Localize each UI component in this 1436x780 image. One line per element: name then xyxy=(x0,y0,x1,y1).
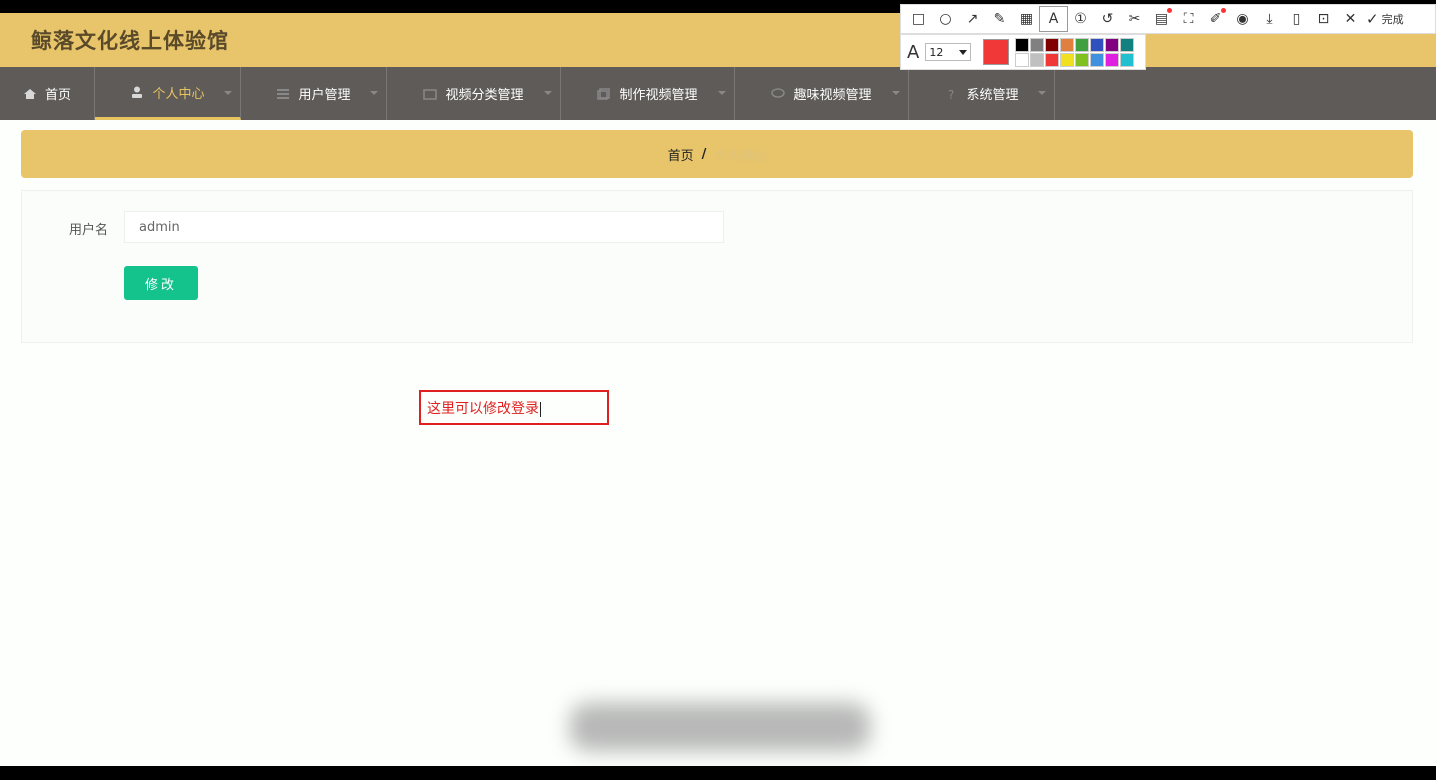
copy-icon xyxy=(597,87,611,100)
save-icon[interactable]: ▯ xyxy=(1283,7,1310,31)
done-button[interactable]: ✓ 完成 xyxy=(1366,10,1404,28)
username-input[interactable] xyxy=(124,211,724,243)
color-swatch[interactable] xyxy=(1120,52,1135,67)
nav-item-2[interactable]: 用户管理 xyxy=(241,67,387,120)
breadcrumb-separator: / xyxy=(701,146,707,162)
color-swatch[interactable] xyxy=(1075,52,1090,67)
color-swatch[interactable] xyxy=(1060,52,1075,67)
nav-item-label: 趣味视频管理 xyxy=(793,88,872,103)
nav-item-6[interactable]: ? 系统管理 xyxy=(909,67,1055,120)
breadcrumb-current: 个人中心 xyxy=(714,148,767,164)
submit-button[interactable]: 修改 xyxy=(124,266,198,300)
cut-icon[interactable]: ✂ xyxy=(1121,7,1148,31)
crop-icon[interactable]: ⛶ xyxy=(1175,7,1202,31)
font-size-select[interactable]: 12 xyxy=(925,43,972,61)
rectangle-icon[interactable]: □ xyxy=(905,7,932,31)
caret-down-icon xyxy=(892,91,900,95)
nav-item-label: 系统管理 xyxy=(966,88,1019,103)
color-swatch[interactable] xyxy=(1030,37,1045,52)
toolbar-options-row: A 12 xyxy=(900,34,1146,70)
toolbar-tools-row: □ ○ ↗ ✎ ▦ A ① ↺ ✂ ▤ ⛶ ✐ ◉ ⤓ ▯ ⊡ ✕ ✓ 完成 xyxy=(900,4,1436,34)
caret-down-icon xyxy=(224,91,232,95)
bookmark-icon[interactable]: ⊡ xyxy=(1310,7,1337,31)
text-icon[interactable]: A xyxy=(1039,6,1068,32)
new-badge-dot xyxy=(1221,8,1226,13)
color-swatch[interactable] xyxy=(1090,37,1105,52)
undo-icon[interactable]: ↺ xyxy=(1094,7,1121,31)
user-icon xyxy=(130,86,144,98)
breadcrumb: 首页 / 个人中心 xyxy=(21,130,1413,178)
color-swatch[interactable] xyxy=(1090,52,1105,67)
ocr-icon[interactable]: ▤ xyxy=(1148,7,1175,31)
question-icon: ? xyxy=(944,88,958,102)
current-color-swatch[interactable] xyxy=(983,39,1010,65)
list-icon xyxy=(276,88,290,100)
caret-down-icon xyxy=(544,91,552,95)
number-icon[interactable]: ① xyxy=(1067,7,1094,31)
color-swatch[interactable] xyxy=(1015,37,1030,52)
breadcrumb-home[interactable]: 首页 xyxy=(668,145,694,164)
check-icon: ✓ xyxy=(1366,10,1379,28)
close-icon[interactable]: ✕ xyxy=(1337,7,1364,31)
color-swatch[interactable] xyxy=(1060,37,1075,52)
nav-item-4[interactable]: 制作视频管理 xyxy=(561,67,735,120)
pin-icon[interactable]: ✐ xyxy=(1202,7,1229,31)
arrow-icon[interactable]: ↗ xyxy=(959,7,986,31)
nav-item-0[interactable]: 首页 xyxy=(0,67,95,120)
done-label: 完成 xyxy=(1381,13,1404,26)
nav-item-5[interactable]: 趣味视频管理 xyxy=(735,67,909,120)
color-swatch[interactable] xyxy=(1105,37,1120,52)
font-size-value: 12 xyxy=(929,45,944,59)
caret-down-icon xyxy=(1038,91,1046,95)
username-label: 用户名 xyxy=(69,223,109,238)
annotation-text: 这里可以修改登录 xyxy=(427,401,539,417)
ellipse-icon[interactable]: ○ xyxy=(932,7,959,31)
font-size-icon: A xyxy=(907,41,920,63)
color-swatch[interactable] xyxy=(1045,52,1060,67)
screenshot-toolbar: □ ○ ↗ ✎ ▦ A ① ↺ ✂ ▤ ⛶ ✐ ◉ ⤓ ▯ ⊡ ✕ ✓ 完成 A 12 xyxy=(900,4,1436,70)
nav-item-label: 用户管理 xyxy=(298,88,351,103)
folder-icon xyxy=(423,88,438,100)
nav-item-1[interactable]: 个人中心 xyxy=(95,67,241,120)
record-icon[interactable]: ◉ xyxy=(1229,7,1256,31)
chevron-down-icon xyxy=(959,49,968,55)
color-swatch[interactable] xyxy=(1030,52,1045,67)
main-nav: 首页 个人中心 用户管理 视频分类管理 制作视频管理 趣味视频管理? 系统管理 xyxy=(0,67,1436,120)
color-swatch[interactable] xyxy=(1105,52,1120,67)
app-screen: 鲸落文化线上体验馆 首页 个人中心 用户管理 视频分类管理 制作视频管理 趣味视频管理? 系… xyxy=(0,13,1436,766)
svg-text:?: ? xyxy=(948,88,954,100)
nav-item-label: 视频分类管理 xyxy=(445,88,524,103)
mosaic-icon[interactable]: ▦ xyxy=(1013,7,1040,31)
nav-item-3[interactable]: 视频分类管理 xyxy=(387,67,561,120)
text-annotation[interactable]: 这里可以修改登录 xyxy=(419,390,609,425)
color-swatch[interactable] xyxy=(1120,37,1135,52)
caret-down-icon xyxy=(718,91,726,95)
profile-form-card: 用户名 修改 xyxy=(21,190,1413,343)
home-icon xyxy=(23,88,37,100)
color-swatch[interactable] xyxy=(1015,52,1030,67)
color-swatch[interactable] xyxy=(1075,37,1090,52)
new-badge-dot xyxy=(1167,8,1172,13)
blurred-region xyxy=(570,703,870,751)
site-title: 鲸落文化线上体验馆 xyxy=(31,29,229,53)
download-icon[interactable]: ⤓ xyxy=(1256,7,1283,31)
color-swatch[interactable] xyxy=(1045,37,1060,52)
text-cursor xyxy=(540,401,541,417)
nav-item-label: 首页 xyxy=(44,88,71,103)
nav-item-label: 个人中心 xyxy=(152,86,205,102)
caret-down-icon xyxy=(370,91,378,95)
pencil-icon[interactable]: ✎ xyxy=(986,7,1013,31)
nav-item-label: 制作视频管理 xyxy=(619,88,698,103)
color-palette xyxy=(1015,37,1135,67)
chat-icon xyxy=(771,87,786,100)
